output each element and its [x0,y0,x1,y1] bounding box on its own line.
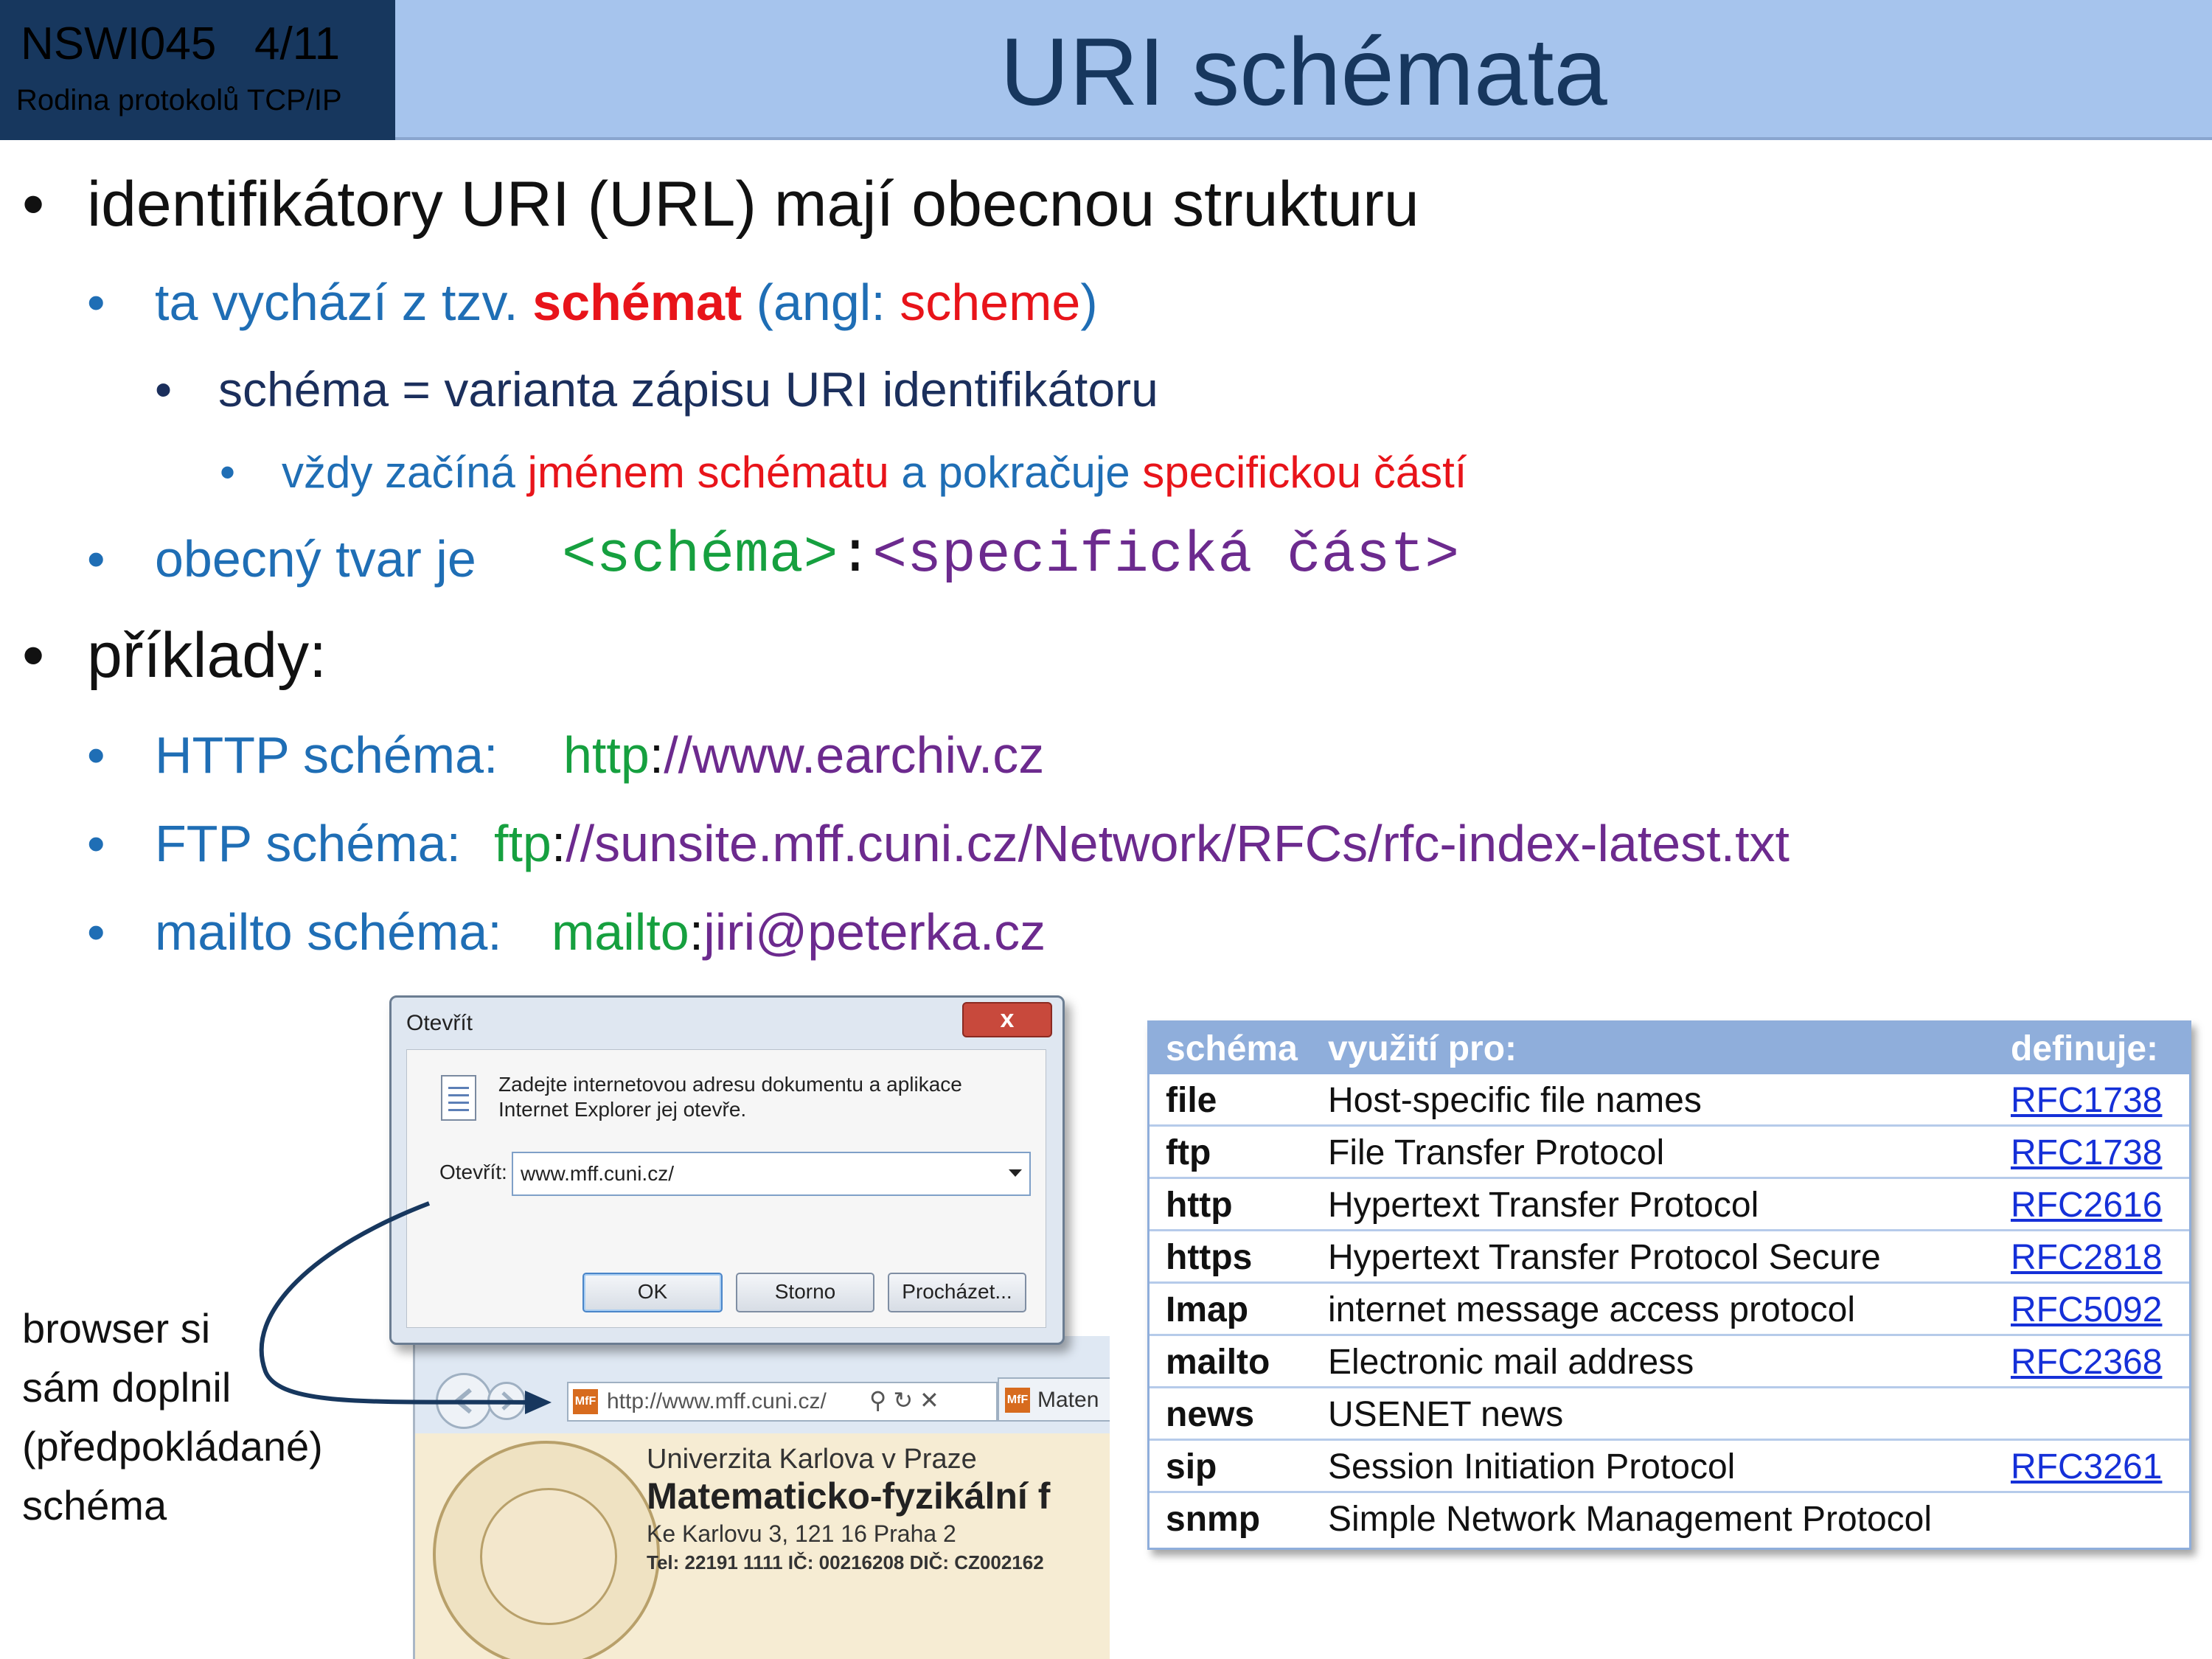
scheme-cell: Imap [1166,1290,1249,1329]
browser-page: Univerzita Karlova v Praze Matematicko-f… [415,1433,1110,1659]
browse-button[interactable]: Procházet... [888,1273,1026,1312]
usage-cell: USENET news [1328,1395,1564,1434]
rfc-link[interactable]: RFC5092 [2011,1290,2162,1330]
address-tools: ⚲ ↻ ✕ [869,1386,939,1414]
open-dialog: Otevřít x Zadejte internetovou adresu do… [389,995,1065,1345]
open-label: Otevřít: [439,1161,507,1183]
browser-window: MfF http://www.mff.cuni.cz/ ⚲ ↻ ✕ MfF Ma… [413,1336,1110,1659]
course-subtitle: Rodina protokolů TCP/IP [16,84,342,116]
scheme-cell: ftp [1166,1133,1211,1172]
header-defines: definuje: [2011,1029,2158,1068]
usage-cell: File Transfer Protocol [1328,1133,1665,1172]
scheme-cell: sip [1166,1447,1217,1486]
cancel-button[interactable]: Storno [736,1273,874,1312]
table-row: Imap internet message access protocol RF… [1150,1284,2189,1336]
rfc-link[interactable]: RFC3261 [2011,1447,2162,1487]
rfc-link[interactable]: RFC1738 [2011,1080,2162,1121]
dialog-body: Zadejte internetovou adresu dokumentu a … [406,1049,1046,1328]
usage-cell: Electronic mail address [1328,1343,1694,1382]
stop-icon[interactable]: ✕ [919,1387,939,1413]
scheme-cell: https [1166,1238,1253,1277]
table-row: mailto Electronic mail address RFC2368 [1150,1336,2189,1388]
header-usage: využití pro: [1328,1029,1517,1068]
back-arrow-icon [453,1388,472,1414]
dialog-message: Zadejte internetovou adresu dokumentu a … [498,1073,962,1121]
table-row: ftp File Transfer Protocol RFC1738 [1150,1127,2189,1179]
close-button[interactable]: x [962,1002,1052,1037]
page-title: URI schémata [1000,18,1607,125]
usage-cell: Session Initiation Protocol [1328,1447,1736,1486]
table-row: news USENET news [1150,1388,2189,1441]
document-icon [441,1075,476,1121]
usage-cell: Simple Network Management Protocol [1328,1500,1933,1539]
table-row: file Host-specific file names RFC1738 [1150,1074,2189,1127]
header-scheme: schéma [1166,1029,1298,1068]
rfc-link[interactable]: RFC2616 [2011,1185,2162,1225]
faculty-contacts: Tel: 22191 1111 IČ: 00216208 DIČ: CZ0021… [647,1551,1044,1573]
forward-arrow-icon [501,1391,515,1411]
table-header-row: schéma využití pro: definuje: [1150,1023,2189,1074]
chevron-down-icon[interactable] [1009,1169,1022,1177]
back-button[interactable] [436,1373,492,1429]
university-seal-icon [433,1441,660,1659]
address-combobox[interactable]: www.mff.cuni.cz/ [512,1152,1031,1196]
table-row: http Hypertext Transfer Protocol RFC2616 [1150,1179,2189,1231]
tab-favicon-icon: MfF [1005,1388,1030,1413]
course-code: NSWI045 4/11 [21,18,341,69]
scheme-cell: http [1166,1186,1233,1225]
scheme-cell: news [1166,1395,1255,1434]
faculty-name: Matematicko-fyzikální f [647,1475,1051,1517]
rfc-link[interactable]: RFC1738 [2011,1133,2162,1173]
scheme-cell: snmp [1166,1500,1261,1539]
search-icon[interactable]: ⚲ [869,1387,886,1413]
tab-label: Maten [1037,1388,1099,1412]
usage-cell: Host-specific file names [1328,1081,1702,1120]
seal-center [480,1488,617,1625]
usage-cell: internet message access protocol [1328,1290,1856,1329]
scheme-cell: file [1166,1081,1217,1120]
browser-tab[interactable]: MfF Maten [998,1377,1110,1422]
university-name: Univerzita Karlova v Praze [647,1444,977,1475]
rfc-link[interactable]: RFC2818 [2011,1237,2162,1278]
address-url: http://www.mff.cuni.cz/ [607,1389,827,1413]
faculty-address: Ke Karlovu 3, 121 16 Praha 2 [647,1520,956,1547]
usage-cell: Hypertext Transfer Protocol [1328,1186,1759,1225]
annotation-text: browser si sám doplnil (předpokládané) s… [22,1305,323,1528]
dialog-title: Otevřít [406,1011,473,1035]
table-row: snmp Simple Network Management Protocol [1150,1493,2189,1545]
address-bar[interactable]: MfF http://www.mff.cuni.cz/ ⚲ ↻ ✕ [567,1382,998,1422]
address-input-value: www.mff.cuni.cz/ [521,1162,674,1185]
table-row: https Hypertext Transfer Protocol Secure… [1150,1231,2189,1284]
site-favicon-icon: MfF [573,1389,598,1414]
slide-number: 4/11 [254,18,341,69]
rfc-link[interactable]: RFC2368 [2011,1342,2162,1382]
refresh-icon[interactable]: ↻ [893,1387,913,1413]
scheme-cell: mailto [1166,1343,1270,1382]
scheme-table: schéma využití pro: definuje: file Host-… [1147,1020,2191,1550]
usage-cell: Hypertext Transfer Protocol Secure [1328,1238,1881,1277]
table-row: sip Session Initiation Protocol RFC3261 [1150,1441,2189,1493]
ok-button[interactable]: OK [582,1273,723,1312]
forward-button[interactable] [487,1382,526,1420]
